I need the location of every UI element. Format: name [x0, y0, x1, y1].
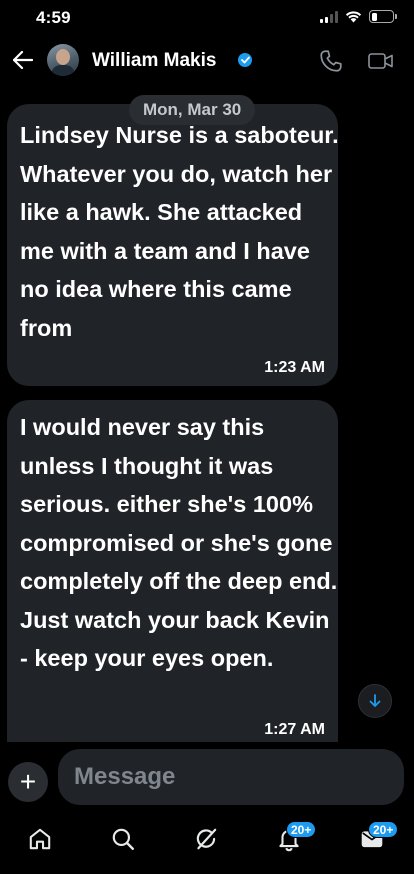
status-icons [320, 10, 397, 23]
battery-icon [369, 10, 397, 23]
status-time: 4:59 [36, 8, 71, 27]
message-timestamp: 1:23 AM [264, 359, 325, 376]
cellular-signal-icon [320, 10, 338, 23]
messages-badge: 20+ [368, 821, 399, 838]
message-timestamp: 1:27 AM [264, 721, 325, 738]
video-camera-icon [368, 53, 393, 69]
bottom-navigation: 20+ 20+ [0, 814, 414, 874]
back-arrow-icon [13, 51, 33, 69]
add-attachment-button[interactable]: + [8, 762, 48, 802]
message-bubble[interactable]: I would never say this unless I thought … [7, 400, 338, 742]
back-button[interactable] [10, 47, 36, 73]
message-text: Lindsey Nurse is a saboteur. Whatever yo… [20, 122, 339, 341]
wifi-icon [345, 11, 362, 23]
search-icon [112, 828, 134, 850]
status-bar: 4:59 [0, 0, 414, 36]
notifications-badge: 20+ [286, 821, 317, 838]
avatar[interactable] [47, 44, 79, 76]
phone-icon [320, 50, 342, 72]
verified-badge-icon [238, 53, 252, 67]
nav-grok[interactable] [191, 824, 221, 854]
contact-name[interactable]: William Makis [92, 50, 216, 72]
nav-home[interactable] [25, 824, 55, 854]
plus-icon: + [19, 766, 37, 797]
arrow-down-icon [369, 694, 381, 707]
message-bubble[interactable]: Lindsey Nurse is a saboteur. Whatever yo… [7, 104, 339, 386]
call-button[interactable] [318, 48, 344, 74]
home-icon [29, 828, 51, 850]
grok-icon [196, 828, 217, 850]
scroll-to-bottom-button[interactable] [358, 684, 392, 718]
message-input[interactable] [58, 749, 404, 805]
date-separator: Mon, Mar 30 [129, 95, 256, 125]
nav-search[interactable] [108, 824, 138, 854]
battery-fill [371, 12, 377, 21]
conversation-header: William Makis [0, 38, 414, 84]
message-text: I would never say this unless I thought … [20, 414, 338, 671]
video-call-button[interactable] [367, 48, 395, 74]
